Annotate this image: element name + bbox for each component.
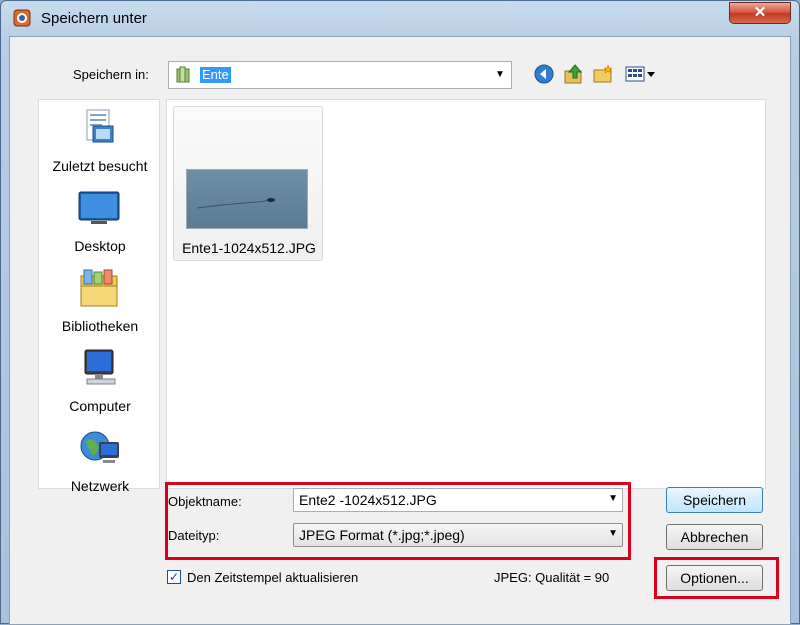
place-computer[interactable]: Computer (39, 344, 161, 424)
view-menu-button[interactable] (624, 64, 658, 86)
back-icon (534, 64, 554, 87)
place-network[interactable]: Netzwerk (39, 424, 161, 504)
cancel-button[interactable]: Abbrechen (666, 524, 763, 550)
close-icon: ✕ (753, 4, 767, 21)
place-desktop[interactable]: Desktop (39, 184, 161, 264)
place-label: Netzwerk (70, 478, 130, 494)
up-folder-icon (563, 63, 585, 87)
app-icon (13, 9, 31, 27)
file-item[interactable]: Ente1-1024x512.JPG (173, 106, 323, 261)
file-name: Ente1-1024x512.JPG (182, 240, 316, 256)
timestamp-checkbox[interactable]: ✓ (167, 570, 181, 584)
place-label: Bibliotheken (61, 318, 139, 334)
place-label: Computer (69, 398, 131, 414)
window-title: Speichern unter (41, 10, 147, 27)
place-label: Zuletzt besucht (52, 158, 148, 174)
file-thumbnail (186, 169, 308, 229)
libraries-icon (75, 268, 123, 308)
new-folder-button[interactable] (592, 63, 616, 87)
jpeg-quality-text: JPEG: Qualität = 90 (494, 570, 610, 585)
checkmark-icon: ✓ (168, 570, 180, 584)
up-folder-button[interactable] (562, 63, 586, 87)
chevron-down-icon[interactable]: ▼ (493, 67, 507, 83)
timestamp-label: Den Zeitstempel aktualisieren (187, 570, 359, 585)
recent-places-icon (75, 108, 123, 148)
folder-icon (175, 66, 193, 84)
title-bar: Speichern unter ✕ (1, 1, 799, 35)
place-libraries[interactable]: Bibliotheken (39, 264, 161, 344)
file-list[interactable]: Ente1-1024x512.JPG (166, 99, 766, 489)
desktop-icon (75, 188, 123, 228)
dialog-body: Speichern in: Ente ▼ Zuletzt besucht Des… (9, 36, 791, 625)
save-in-label: Speichern in: (73, 67, 149, 82)
new-folder-icon (593, 63, 615, 87)
place-label: Desktop (74, 238, 126, 254)
save-as-dialog: Speichern unter ✕ Speichern in: Ente ▼ Z… (0, 0, 800, 625)
save-in-dropdown[interactable]: Ente ▼ (168, 61, 512, 89)
back-button[interactable] (532, 64, 556, 86)
computer-icon (75, 348, 123, 388)
options-highlight-box (654, 557, 779, 599)
place-recent[interactable]: Zuletzt besucht (39, 104, 161, 184)
view-menu-icon (625, 65, 657, 86)
close-button[interactable]: ✕ (729, 2, 791, 24)
save-in-value: Ente (200, 67, 231, 83)
places-bar: Zuletzt besucht Desktop Bibliotheken Com… (38, 99, 161, 494)
save-button[interactable]: Speichern (666, 487, 763, 513)
network-icon (75, 428, 123, 468)
fields-highlight-box (165, 482, 631, 560)
